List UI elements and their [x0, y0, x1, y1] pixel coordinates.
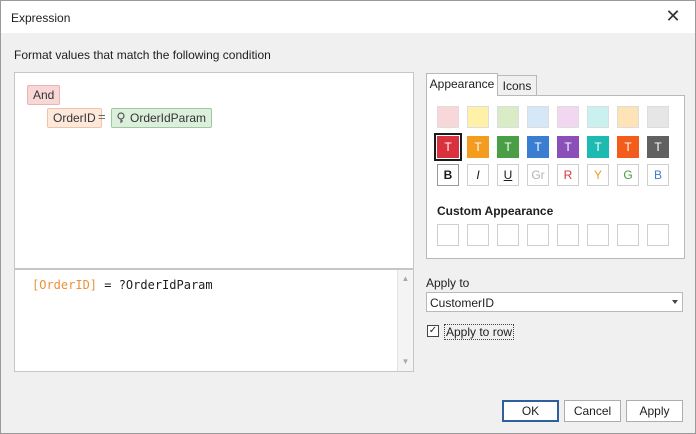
operator-equals[interactable]: = [98, 109, 106, 124]
custom-appearance-slot[interactable] [527, 224, 549, 246]
scroll-up-icon[interactable]: ▲ [398, 272, 413, 286]
custom-appearance-slot[interactable] [557, 224, 579, 246]
custom-appearance-label: Custom Appearance [437, 204, 554, 218]
custom-appearance-slot[interactable] [467, 224, 489, 246]
dropdown-arrow-icon[interactable] [672, 300, 678, 304]
apply-to-value: CustomerID [430, 296, 495, 310]
ok-button[interactable]: OK [502, 400, 559, 422]
strong-color-swatch[interactable]: T [617, 136, 639, 158]
light-color-swatch[interactable] [557, 106, 579, 128]
light-color-swatch[interactable] [467, 106, 489, 128]
filter-editor[interactable]: And OrderID = OrderIdParam [14, 72, 414, 269]
custom-appearance-slot[interactable] [617, 224, 639, 246]
apply-to-row-checkbox[interactable]: ✓ [427, 325, 439, 337]
window-title: Expression [11, 11, 71, 25]
scroll-down-icon[interactable]: ▼ [398, 355, 413, 369]
strong-color-swatch[interactable]: T [497, 136, 519, 158]
tab-icons[interactable]: Icons [497, 75, 537, 96]
apply-button[interactable]: Apply [626, 400, 683, 422]
light-color-swatch[interactable] [647, 106, 669, 128]
expression-field-token: [OrderID] [32, 278, 98, 292]
vertical-scrollbar[interactable]: ▲ ▼ [397, 270, 413, 371]
custom-appearance-slot[interactable] [587, 224, 609, 246]
light-color-swatch[interactable] [497, 106, 519, 128]
light-color-swatch[interactable] [527, 106, 549, 128]
light-color-swatch[interactable] [437, 106, 459, 128]
light-color-swatch[interactable] [617, 106, 639, 128]
font-style-swatch[interactable]: R [557, 164, 579, 186]
font-style-swatch[interactable]: I [467, 164, 489, 186]
apply-to-row-label[interactable]: Apply to row [444, 324, 515, 340]
strong-color-swatch[interactable]: T [527, 136, 549, 158]
title-bar: Expression ✕ [1, 1, 695, 33]
expression-text[interactable]: [OrderID] = ?OrderIdParam [32, 278, 213, 292]
font-style-swatch[interactable]: B [437, 164, 459, 186]
close-icon[interactable]: ✕ [663, 7, 683, 27]
strong-color-swatch[interactable]: T [434, 133, 462, 161]
tab-appearance[interactable]: Appearance [426, 73, 498, 96]
parameter-label: OrderIdParam [130, 111, 207, 125]
group-operator-and[interactable]: And [27, 85, 61, 105]
font-style-swatch[interactable]: U [497, 164, 519, 186]
expression-rest: = ?OrderIdParam [97, 278, 213, 292]
custom-appearance-slot[interactable] [497, 224, 519, 246]
expression-dialog: Expression ✕ Format values that match th… [0, 0, 696, 434]
strong-color-swatch[interactable]: T [587, 136, 609, 158]
apply-to-label: Apply to [426, 276, 470, 290]
strong-color-swatch[interactable]: T [467, 136, 489, 158]
cancel-button[interactable]: Cancel [564, 400, 621, 422]
light-color-swatch[interactable] [587, 106, 609, 128]
font-style-swatch[interactable]: Gr [527, 164, 549, 186]
strong-color-swatch[interactable]: T [647, 136, 669, 158]
apply-to-combobox[interactable]: CustomerID [426, 292, 683, 312]
strong-color-swatch[interactable]: T [557, 136, 579, 158]
expression-text-editor[interactable]: [OrderID] = ?OrderIdParam ▲ ▼ [14, 269, 414, 372]
custom-appearance-slot[interactable] [647, 224, 669, 246]
custom-appearance-slot[interactable] [437, 224, 459, 246]
font-style-swatch[interactable]: B [647, 164, 669, 186]
appearance-panel: Custom Appearance T T T T T T T T B I U Gr R Y G B [426, 95, 685, 259]
font-style-swatch[interactable]: Y [587, 164, 609, 186]
filter-field-token[interactable]: OrderID [47, 108, 102, 128]
font-style-swatch[interactable]: G [617, 164, 639, 186]
filter-parameter-token[interactable]: OrderIdParam [111, 108, 213, 128]
parameter-icon [117, 112, 125, 123]
condition-label: Format values that match the following c… [14, 48, 271, 62]
